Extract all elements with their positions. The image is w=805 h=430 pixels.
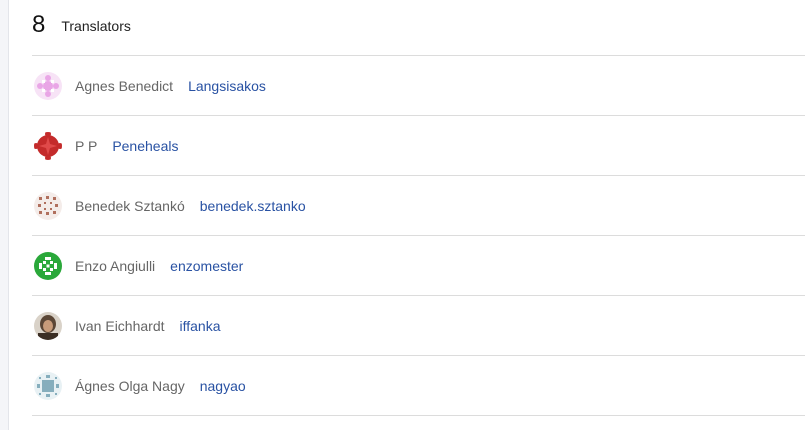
translator-row: Enzo Angiulli enzomester xyxy=(32,236,805,296)
translator-name: Enzo Angiulli xyxy=(75,257,156,274)
left-sidebar-edge xyxy=(0,0,9,430)
translator-name: Agnes Benedict xyxy=(75,77,174,94)
avatar[interactable] xyxy=(34,371,62,400)
identicon-icon xyxy=(34,71,62,100)
translator-row: Benedek Sztankó benedek.sztanko xyxy=(32,176,805,236)
translators-panel: 8 Translators Agnes Benedict Langsisakos xyxy=(32,0,805,416)
translator-row: Agnes Benedict Langsisakos xyxy=(32,56,805,116)
translator-username-link[interactable]: iffanka xyxy=(180,318,221,334)
avatar[interactable] xyxy=(34,311,62,340)
translator-row: P P Peneheals xyxy=(32,116,805,176)
translators-header: 8 Translators xyxy=(32,0,805,56)
avatar[interactable] xyxy=(34,191,62,220)
translator-name: Ivan Eichhardt xyxy=(75,317,165,334)
translator-name: P P xyxy=(75,137,98,154)
translator-username-link[interactable]: Langsisakos xyxy=(188,78,266,94)
avatar[interactable] xyxy=(34,131,62,160)
avatar[interactable] xyxy=(34,71,62,100)
translator-username-link[interactable]: benedek.sztanko xyxy=(200,198,306,214)
translator-username-link[interactable]: nagyao xyxy=(200,378,246,394)
identicon-icon xyxy=(34,371,62,400)
translator-row: Ivan Eichhardt iffanka xyxy=(32,296,805,356)
avatar[interactable] xyxy=(34,251,62,280)
translators-title: Translators xyxy=(61,17,131,34)
translator-row: Ágnes Olga Nagy nagyao xyxy=(32,356,805,416)
user-photo-icon xyxy=(34,311,62,340)
translator-count: 8 xyxy=(32,10,46,38)
translator-username-link[interactable]: enzomester xyxy=(170,258,243,274)
identicon-icon xyxy=(34,191,62,220)
translator-username-link[interactable]: Peneheals xyxy=(112,138,178,154)
identicon-icon xyxy=(34,131,62,160)
identicon-icon xyxy=(34,251,62,280)
translator-name: Ágnes Olga Nagy xyxy=(75,377,185,394)
translator-name: Benedek Sztankó xyxy=(75,197,185,214)
